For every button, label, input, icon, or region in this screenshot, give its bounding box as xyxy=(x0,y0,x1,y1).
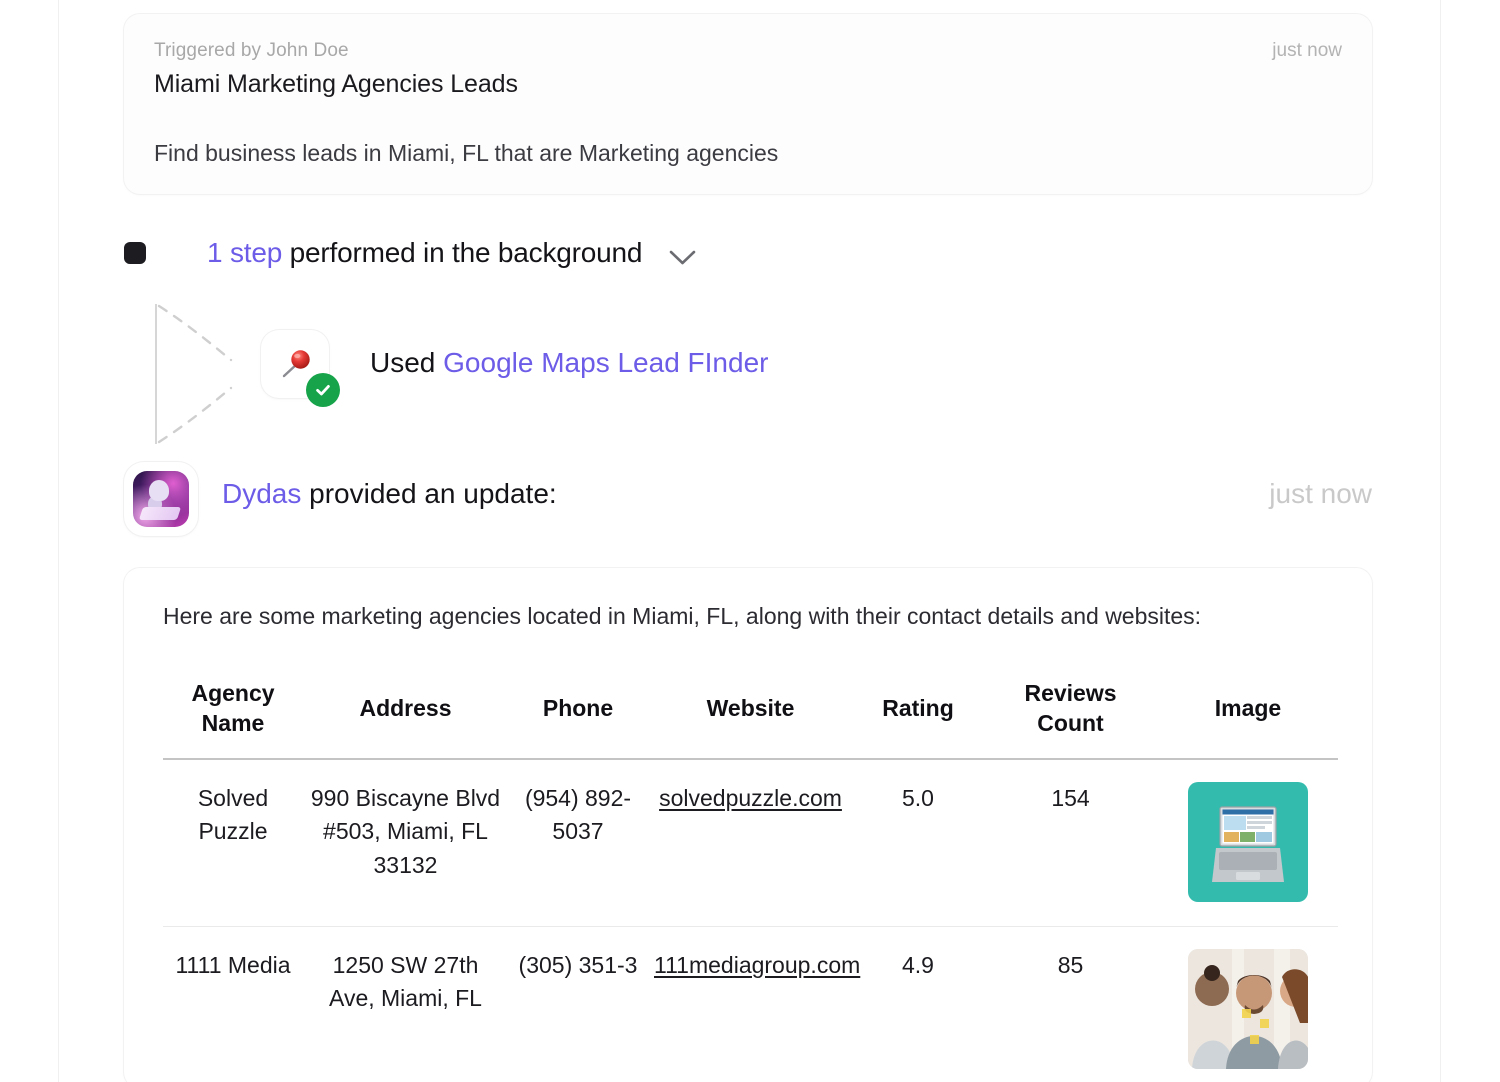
trigger-timestamp: just now xyxy=(1272,40,1342,62)
lead-thumbnail xyxy=(1188,949,1308,1069)
cell-rating: 4.9 xyxy=(853,927,983,1082)
cell-phone: (954) 892-5037 xyxy=(508,759,648,927)
column-header-rating: Rating xyxy=(853,673,983,759)
agent-update-label: Dydas provided an update: xyxy=(222,478,557,510)
check-circle-icon xyxy=(306,373,340,407)
tool-used-label: Used Google Maps Lead FInder xyxy=(370,347,768,379)
steps-summary-label: 1 step performed in the background xyxy=(207,237,696,269)
cell-image xyxy=(1158,759,1338,927)
table-header-row: Agency Name Address Phone Website Rating… xyxy=(163,673,1338,759)
cell-address: 990 Biscayne Blvd #503, Miami, FL 33132 xyxy=(303,759,508,927)
cell-image xyxy=(1158,927,1338,1082)
triggered-by-label: Triggered by John Doe xyxy=(154,40,1342,63)
steps-summary-row[interactable]: 1 step performed in the background xyxy=(124,228,696,278)
tool-call-block: Used Google Maps Lead FInder xyxy=(155,298,1055,448)
cell-reviews-count: 154 xyxy=(983,759,1158,927)
cell-reviews-count: 85 xyxy=(983,927,1158,1082)
page-content: Triggered by John Doe Miami Marketing Ag… xyxy=(59,0,1440,1082)
chevron-down-icon[interactable] xyxy=(669,250,696,266)
agent-update-timestamp: just now xyxy=(1269,478,1372,510)
result-intro-text: Here are some marketing agencies located… xyxy=(163,598,1338,635)
leads-table: Agency Name Address Phone Website Rating… xyxy=(163,673,1338,1082)
column-header-website: Website xyxy=(648,673,853,759)
tool-used-prefix: Used xyxy=(370,347,443,378)
cell-website: 111mediagroup.com xyxy=(648,927,853,1082)
website-link[interactable]: solvedpuzzle.com xyxy=(659,785,842,811)
task-description: Find business leads in Miami, FL that ar… xyxy=(154,139,1342,169)
tool-icon-wrapper xyxy=(261,330,329,398)
column-header-image: Image xyxy=(1158,673,1338,759)
task-title: Miami Marketing Agencies Leads xyxy=(154,69,1342,100)
lead-thumbnail xyxy=(1188,782,1308,902)
agent-update-row: Dydas provided an update: just now xyxy=(124,462,1372,536)
cell-website: solvedpuzzle.com xyxy=(648,759,853,927)
step-count-label[interactable]: 1 step xyxy=(207,237,282,268)
step-summary-rest: performed in the background xyxy=(282,237,642,268)
leads-table-header: Agency Name Address Phone Website Rating… xyxy=(163,673,1338,759)
cell-rating: 5.0 xyxy=(853,759,983,927)
agent-name-link[interactable]: Dydas xyxy=(222,478,301,509)
cell-phone: (305) 351-3 xyxy=(508,927,648,1082)
result-card: Here are some marketing agencies located… xyxy=(124,568,1372,1082)
agent-update-rest: provided an update: xyxy=(301,478,556,509)
tool-name-link[interactable]: Google Maps Lead FInder xyxy=(443,347,768,378)
column-header-agency-name: Agency Name xyxy=(163,673,303,759)
avatar xyxy=(124,462,198,536)
column-header-reviews-count: Reviews Count xyxy=(983,673,1158,759)
cell-agency-name: Solved Puzzle xyxy=(163,759,303,927)
dark-square-icon xyxy=(124,242,146,264)
cell-agency-name: 1111 Media xyxy=(163,927,303,1082)
page-right-rail xyxy=(1440,0,1441,1082)
conversation-page: Triggered by John Doe Miami Marketing Ag… xyxy=(0,0,1500,1082)
table-row: Solved Puzzle 990 Biscayne Blvd #503, Mi… xyxy=(163,759,1338,927)
leads-table-body: Solved Puzzle 990 Biscayne Blvd #503, Mi… xyxy=(163,759,1338,1082)
dydas-avatar-icon xyxy=(133,471,189,527)
trigger-card: Triggered by John Doe Miami Marketing Ag… xyxy=(124,14,1372,194)
column-header-phone: Phone xyxy=(508,673,648,759)
cell-address: 1250 SW 27th Ave, Miami, FL xyxy=(303,927,508,1082)
column-header-address: Address xyxy=(303,673,508,759)
website-link[interactable]: 111mediagroup.com xyxy=(654,952,860,978)
table-row: 1111 Media 1250 SW 27th Ave, Miami, FL (… xyxy=(163,927,1338,1082)
timeline-dashed-connectors xyxy=(157,302,239,446)
